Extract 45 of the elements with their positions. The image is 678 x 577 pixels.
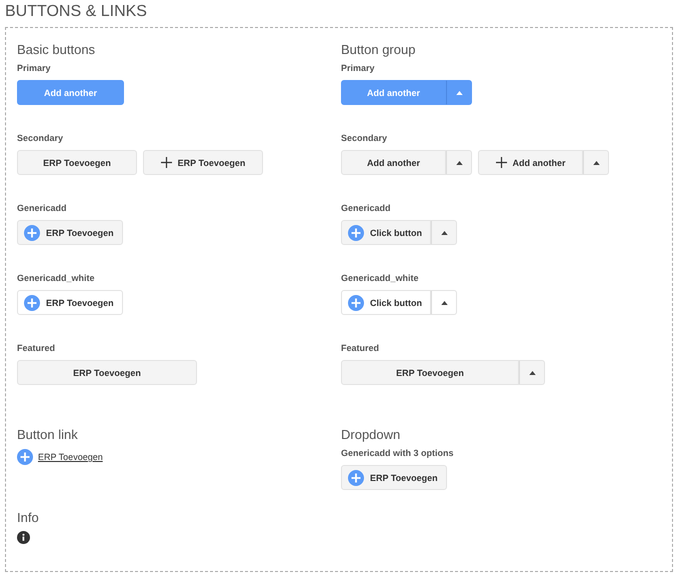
caret-icon <box>456 160 462 164</box>
add-button[interactable]: Add another <box>478 150 583 175</box>
add-button[interactable]: Click button <box>341 290 431 315</box>
section-heading: Dropdown <box>341 427 402 442</box>
group-label: Secondary <box>17 133 64 143</box>
info-icon[interactable] <box>17 531 30 544</box>
secondary-button[interactable]: ERP Toevoegen <box>17 150 137 175</box>
section-heading: Button link <box>17 427 79 442</box>
group-label: Featured <box>341 343 380 353</box>
plus-icon <box>17 449 33 465</box>
add-button[interactable]: ERP Toevoegen <box>17 220 123 245</box>
featured-button[interactable]: ERP Toevoegen <box>17 360 197 385</box>
section-heading: Info <box>17 510 40 525</box>
group-label: Genericadd <box>341 203 391 213</box>
button-link[interactable]: ERP Toevoegen <box>38 452 103 462</box>
plus-icon <box>348 294 364 310</box>
group-label: Secondary <box>341 133 388 143</box>
plus-icon <box>24 224 40 240</box>
add-button[interactable]: ERP Toevoegen <box>143 150 263 175</box>
add-button[interactable]: ERP Toevoegen <box>17 290 123 315</box>
group-label: Genericadd <box>17 203 67 213</box>
caret-icon <box>592 160 600 164</box>
plus-icon <box>496 157 506 168</box>
add-button[interactable]: Click button <box>341 220 431 245</box>
caret-icon <box>440 300 448 304</box>
plus-icon <box>24 294 40 310</box>
group-label: Featured <box>17 343 56 353</box>
featured-button[interactable]: ERP Toevoegen <box>341 360 519 385</box>
plus-icon <box>348 470 364 486</box>
caret-icon <box>440 230 448 234</box>
add-button[interactable]: ERP Toevoegen <box>341 465 447 490</box>
plus-icon <box>160 157 172 168</box>
caret-icon <box>456 90 462 94</box>
section-heading: Button group <box>341 42 416 57</box>
page-title: BUTTONS & LINKS <box>4 2 148 22</box>
group-label: Primary <box>17 63 51 73</box>
secondary-button[interactable]: Add another <box>341 150 446 175</box>
group-label: Genericadd with 3 options <box>341 448 454 458</box>
caret-button[interactable] <box>446 80 472 105</box>
plus-icon <box>348 224 364 240</box>
section-heading: Basic buttons <box>17 42 96 57</box>
caret-icon <box>528 370 536 374</box>
group-label: Genericadd_white <box>341 273 419 283</box>
group-label: Genericadd_white <box>17 273 95 283</box>
group-label: Primary <box>341 63 375 73</box>
